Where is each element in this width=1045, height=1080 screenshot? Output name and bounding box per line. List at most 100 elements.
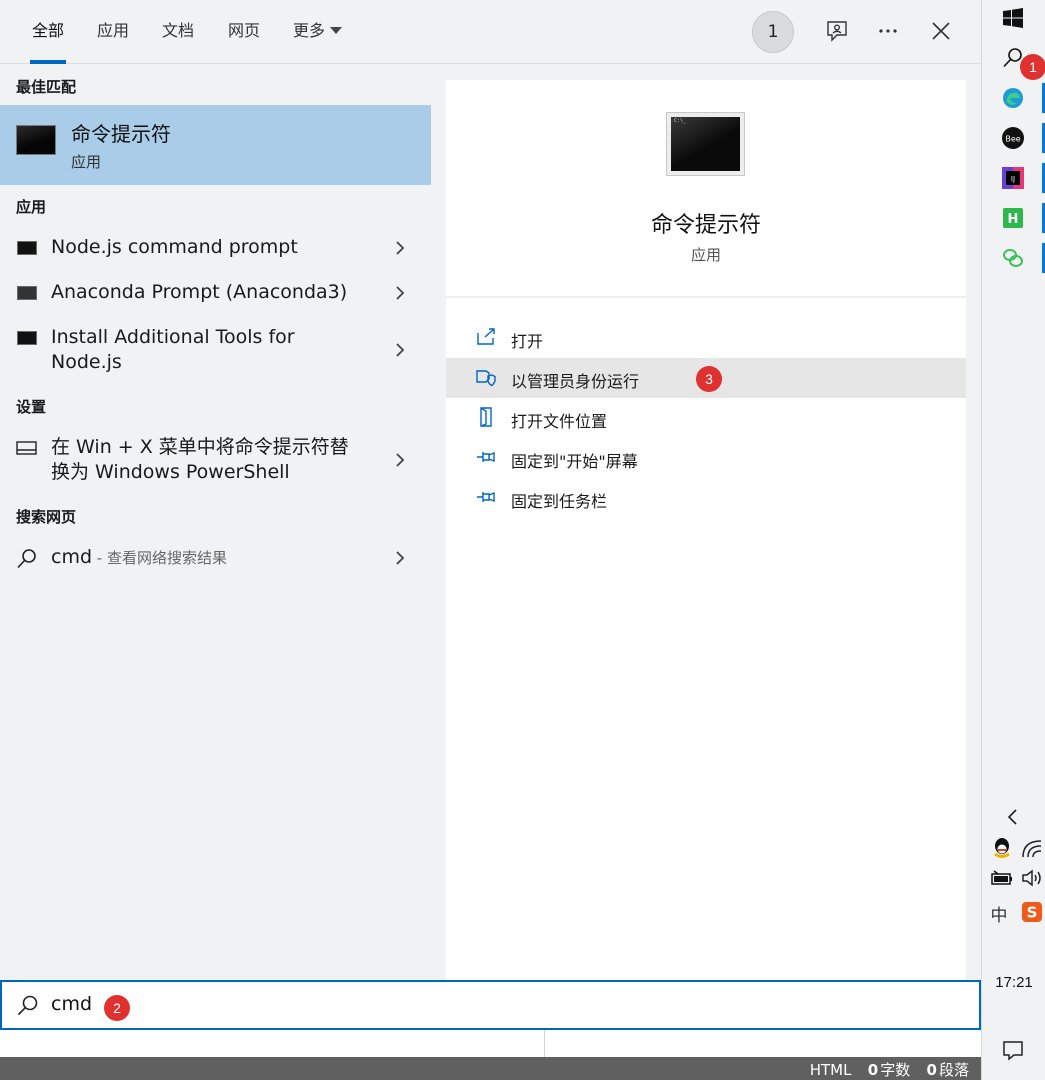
tab-more-label: 更多 bbox=[293, 21, 326, 40]
rewards-count-badge[interactable]: 1 bbox=[752, 11, 794, 53]
status-para-label: 段落 bbox=[938, 1061, 969, 1079]
list-item-label: 在 Win + X 菜单中将命令提示符替 bbox=[51, 436, 349, 458]
section-apps: 应用 bbox=[16, 198, 47, 216]
sogou-input-icon[interactable]: S bbox=[1018, 898, 1045, 926]
qq-icon[interactable] bbox=[988, 834, 1016, 862]
taskbar: 1 Bee IJ H 中 S 17:21 bbox=[981, 0, 1045, 1080]
terminal-icon bbox=[17, 241, 37, 255]
status-para-count: 0 bbox=[926, 1061, 937, 1079]
svg-text:Bee: Bee bbox=[1005, 135, 1020, 144]
ime-indicator[interactable]: 中 bbox=[985, 899, 1013, 927]
clock[interactable]: 17:21 bbox=[982, 974, 1045, 991]
status-char-count: 0 bbox=[867, 1061, 879, 1079]
tab-apps-label: 应用 bbox=[97, 21, 130, 40]
chevron-right-icon bbox=[396, 551, 405, 565]
web-search-item[interactable]: cmd - 查看网络搜索结果 bbox=[0, 538, 431, 578]
status-char-label: 字数 bbox=[880, 1061, 911, 1079]
best-match-item[interactable]: 命令提示符 应用 bbox=[0, 105, 431, 185]
chevron-right-icon bbox=[396, 286, 405, 300]
tab-documents[interactable]: 文档 bbox=[162, 0, 194, 64]
feedback-icon[interactable] bbox=[822, 16, 852, 46]
svg-text:H: H bbox=[1008, 212, 1019, 227]
detail-pane: 命令提示符 应用 打开 以管理员身份运行 3 打开文件位置 固定到"开始"屏幕 … bbox=[446, 80, 966, 980]
action-open-file-location[interactable]: 打开文件位置 bbox=[446, 398, 966, 438]
tab-all-label: 全部 bbox=[32, 21, 65, 40]
chevron-right-icon bbox=[396, 453, 405, 467]
web-search-suffix: - 查看网络搜索结果 bbox=[92, 549, 227, 567]
search-panel: 全部 应用 文档 网页 更多 1 最佳匹配 命令提示符 应用 应用 Node.j… bbox=[0, 0, 981, 1080]
list-item[interactable]: 在 Win + X 菜单中将命令提示符替 换为 Windows PowerShe… bbox=[0, 428, 431, 488]
step-1-badge: 1 bbox=[1020, 54, 1045, 80]
tab-apps[interactable]: 应用 bbox=[97, 0, 129, 64]
svg-text:IJ: IJ bbox=[1011, 175, 1015, 183]
terminal-icon bbox=[17, 331, 37, 345]
results-list: 最佳匹配 命令提示符 应用 应用 Node.js command prompt … bbox=[0, 65, 431, 980]
intellij-idea-icon[interactable]: IJ bbox=[999, 164, 1027, 192]
command-prompt-icon bbox=[16, 125, 56, 155]
folder-location-icon bbox=[480, 407, 492, 427]
action-pin-to-taskbar-label: 固定到任务栏 bbox=[511, 492, 608, 511]
wechat-icon[interactable] bbox=[999, 244, 1027, 272]
search-icon bbox=[17, 549, 36, 569]
best-match-subtitle: 应用 bbox=[71, 153, 102, 171]
action-pin-to-start-label: 固定到"开始"屏幕 bbox=[511, 452, 638, 471]
list-item[interactable]: Node.js command prompt bbox=[0, 228, 431, 268]
search-input[interactable]: cmd 2 bbox=[0, 980, 981, 1030]
tabs-bar: 全部 应用 文档 网页 更多 1 bbox=[0, 0, 981, 64]
pin-icon bbox=[477, 451, 495, 463]
hbuilder-icon[interactable]: H bbox=[999, 204, 1027, 232]
search-icon bbox=[17, 995, 38, 1016]
list-item-label: Node.js bbox=[51, 351, 122, 373]
volume-icon[interactable] bbox=[1018, 864, 1045, 892]
shield-icon bbox=[476, 370, 496, 387]
action-run-as-admin[interactable]: 以管理员身份运行 3 bbox=[446, 358, 966, 398]
list-item-label: 换为 Windows PowerShell bbox=[51, 461, 290, 483]
tab-all[interactable]: 全部 bbox=[29, 0, 67, 64]
close-icon[interactable] bbox=[926, 16, 956, 46]
list-item-label: Node.js command prompt bbox=[51, 236, 298, 258]
status-text: HTML 0 字数 0 段落 bbox=[810, 1059, 969, 1080]
web-search-label: cmd - 查看网络搜索结果 bbox=[51, 545, 227, 571]
notification-center-icon[interactable] bbox=[999, 1036, 1027, 1064]
open-window-icon bbox=[477, 328, 495, 345]
list-item-label: Anaconda Prompt (Anaconda3) bbox=[51, 281, 348, 303]
action-run-as-admin-label: 以管理员身份运行 bbox=[511, 372, 640, 391]
action-pin-to-start[interactable]: 固定到"开始"屏幕 bbox=[446, 438, 966, 478]
tab-more[interactable]: 更多 bbox=[293, 0, 343, 64]
edge-browser-icon[interactable] bbox=[999, 84, 1027, 112]
search-input-value: cmd bbox=[51, 993, 93, 1015]
action-open-label: 打开 bbox=[511, 332, 544, 351]
step-2-badge: 2 bbox=[104, 995, 130, 1021]
chevron-right-icon bbox=[396, 241, 405, 255]
detail-title: 命令提示符 bbox=[650, 213, 761, 238]
status-bar: HTML 0 字数 0 段落 bbox=[0, 1057, 981, 1080]
wifi-icon[interactable] bbox=[1018, 834, 1045, 862]
tab-web[interactable]: 网页 bbox=[228, 0, 260, 64]
action-open-file-location-label: 打开文件位置 bbox=[511, 412, 608, 431]
tab-web-label: 网页 bbox=[228, 21, 261, 40]
list-item[interactable]: Install Additional Tools for Node.js bbox=[0, 318, 431, 378]
section-settings: 设置 bbox=[16, 398, 47, 416]
step-3-badge: 3 bbox=[696, 366, 722, 392]
tray-expand-icon[interactable] bbox=[999, 803, 1027, 831]
action-pin-to-taskbar[interactable]: 固定到任务栏 bbox=[446, 478, 966, 518]
terminal-icon bbox=[17, 286, 37, 300]
chevron-right-icon bbox=[396, 343, 405, 357]
command-prompt-large-icon bbox=[666, 112, 745, 176]
battery-icon[interactable] bbox=[988, 864, 1016, 892]
more-options-icon[interactable] bbox=[873, 16, 903, 46]
section-web: 搜索网页 bbox=[16, 508, 77, 526]
pin-icon bbox=[477, 491, 495, 503]
windows-start-icon[interactable] bbox=[999, 4, 1027, 32]
detail-subtitle: 应用 bbox=[690, 246, 721, 264]
settings-display-icon bbox=[16, 441, 37, 455]
action-open[interactable]: 打开 bbox=[446, 318, 966, 358]
bee-app-icon[interactable]: Bee bbox=[999, 124, 1027, 152]
detail-header: 命令提示符 应用 bbox=[446, 80, 966, 298]
editor-background bbox=[0, 1030, 981, 1057]
web-search-query: cmd bbox=[51, 546, 93, 568]
svg-text:S: S bbox=[1027, 904, 1038, 922]
chevron-down-icon bbox=[330, 27, 343, 34]
tab-documents-label: 文档 bbox=[162, 21, 195, 40]
list-item[interactable]: Anaconda Prompt (Anaconda3) bbox=[0, 273, 431, 313]
